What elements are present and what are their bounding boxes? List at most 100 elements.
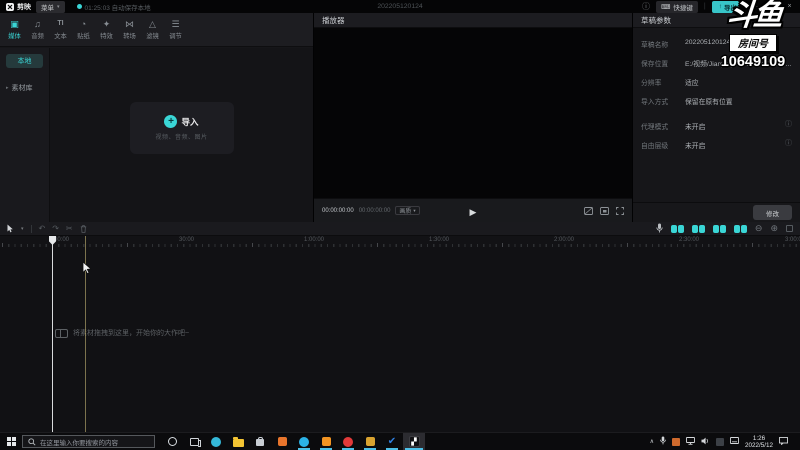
tray-mic-icon[interactable] bbox=[660, 436, 666, 447]
media-tab-label: 贴纸 bbox=[77, 33, 90, 40]
player-controls: 00:00:00:00 00:00:00:00 画质 ▾ ▶ bbox=[314, 198, 632, 222]
playhead[interactable] bbox=[49, 236, 56, 432]
taskbar-app-file-explorer[interactable] bbox=[227, 433, 249, 450]
media-tab-label: 滤镜 bbox=[146, 33, 159, 40]
taskbar-app-app-gold[interactable] bbox=[359, 433, 381, 450]
taskbar-app-capcut[interactable]: ▞ bbox=[403, 433, 425, 450]
shortcut-button[interactable]: ⌨ 快捷键 bbox=[656, 0, 698, 13]
media-tab-sticker[interactable]: ◔ 贴纸 bbox=[72, 19, 95, 40]
ratio-icon[interactable] bbox=[584, 202, 593, 220]
play-button[interactable]: ▶ bbox=[470, 207, 477, 217]
media-tab-filter[interactable]: △ 滤镜 bbox=[141, 19, 164, 40]
draft-row-free-layer: 自由层级 未开启 ⓘ bbox=[641, 140, 792, 150]
tray-volume-icon[interactable] bbox=[701, 437, 710, 447]
start-button[interactable] bbox=[0, 433, 22, 450]
linkage-toggle[interactable] bbox=[712, 224, 726, 233]
media-tab-label: 媒体 bbox=[8, 33, 21, 40]
timeline-tools: ▾ ↶ ↷ ✂ bbox=[7, 220, 87, 238]
taskbar-app-cortana[interactable] bbox=[161, 433, 183, 450]
capcut-logo-icon bbox=[6, 2, 14, 11]
tray-chevron-icon[interactable]: ∧ bbox=[650, 438, 654, 445]
menu-button[interactable]: 菜单 ▾ bbox=[36, 0, 65, 13]
tray-display-icon[interactable] bbox=[686, 436, 695, 447]
timeline-ruler[interactable]: 00:00 30:00 1:00:00 1:30:00 2:00:00 2:30:00 3:… bbox=[0, 236, 800, 247]
media-tab-media[interactable]: ▣ 媒体 bbox=[3, 19, 26, 40]
modify-button[interactable]: 修改 bbox=[753, 205, 792, 220]
tray-ime-icon[interactable] bbox=[715, 437, 724, 446]
media-icon: ▣ bbox=[10, 19, 19, 29]
ruler-label: 2:30:00 bbox=[679, 237, 700, 243]
player-time-group: 00:00:00:00 00:00:00:00 画质 ▾ bbox=[322, 206, 420, 215]
media-tab-audio[interactable]: ♫ 音频 bbox=[26, 19, 49, 40]
text-icon: TI bbox=[57, 20, 64, 27]
import-dropzone[interactable]: + 导入 视频、音频、图片 bbox=[129, 102, 234, 154]
timeline-fit-icon[interactable] bbox=[786, 225, 793, 232]
app-blue-check-icon: ✔ bbox=[387, 436, 397, 447]
fullscreen-icon[interactable] bbox=[616, 202, 624, 220]
menu-button-label: 菜单 bbox=[41, 4, 54, 12]
draft-row-proxy-mode: 代理模式 未开启 ⓘ bbox=[641, 121, 792, 131]
timeline-toolbar: ▾ ↶ ↷ ✂ ⊖ ⊕ bbox=[0, 222, 800, 236]
toolbar-divider bbox=[30, 224, 32, 233]
taskbar-search[interactable]: 在这里输入你要搜索的内容 bbox=[22, 435, 155, 448]
tray-keyboard-icon[interactable] bbox=[730, 437, 739, 446]
split-icon[interactable]: ✂ bbox=[66, 224, 73, 233]
sidebar-item-library[interactable]: ▸ 素材库 bbox=[0, 83, 49, 93]
record-mic-icon[interactable] bbox=[656, 220, 663, 238]
ruler-label: 1:00:00 bbox=[304, 237, 325, 243]
export-button[interactable]: ↑ 导出 bbox=[711, 0, 744, 13]
undo-icon[interactable]: ↶ bbox=[39, 224, 46, 233]
tool-dropdown-icon[interactable]: ▾ bbox=[21, 226, 24, 232]
info-icon[interactable]: ⓘ bbox=[642, 1, 650, 12]
sticker-icon: ◔ bbox=[80, 19, 87, 29]
import-label: 导入 bbox=[181, 116, 199, 127]
clock-time: 1:26 bbox=[752, 434, 766, 442]
taskbar-clock[interactable]: 1:26 2022/5/12 bbox=[745, 435, 773, 449]
sidebar-item-local[interactable]: 本地 bbox=[6, 54, 43, 68]
select-tool-icon[interactable] bbox=[7, 220, 14, 238]
fit-screen-icon[interactable] bbox=[600, 202, 609, 220]
ruler-label: 1:30:00 bbox=[429, 237, 450, 243]
close-button[interactable]: × bbox=[784, 3, 795, 10]
taskbar-app-app-blue-check[interactable]: ✔ bbox=[381, 433, 403, 450]
action-center-icon[interactable] bbox=[779, 436, 788, 447]
auto-snap-toggle[interactable] bbox=[691, 224, 705, 233]
media-toolbar: ▣ 媒体 ♫ 音频 TI 文本 ◔ 贴纸 ✦ 特效 ⋈ 转场 △ 滤镜 ☰ 调节 bbox=[0, 13, 313, 47]
taskbar-app-app-orange[interactable] bbox=[271, 433, 293, 450]
delete-icon[interactable] bbox=[80, 220, 87, 238]
draft-row-import-mode: 导入方式 保留在原有位置 bbox=[641, 99, 733, 106]
taskbar-app-microsoft-store[interactable] bbox=[249, 433, 271, 450]
zoom-out-icon[interactable]: ⊖ bbox=[755, 224, 763, 233]
media-tab-text[interactable]: TI 文本 bbox=[49, 19, 72, 40]
redo-icon[interactable]: ↷ bbox=[52, 224, 59, 233]
taskbar-app-task-view[interactable] bbox=[183, 433, 205, 450]
minimize-button[interactable]: – bbox=[750, 3, 761, 10]
autosave-dot-icon bbox=[76, 4, 82, 9]
taskbar-app-edge[interactable] bbox=[205, 433, 227, 450]
capcut-icon: ▞ bbox=[408, 436, 420, 447]
preview-axis-toggle[interactable] bbox=[733, 224, 747, 233]
main-track-magnet-toggle[interactable] bbox=[670, 224, 684, 233]
media-tab-effects[interactable]: ✦ 特效 bbox=[95, 19, 118, 40]
zoom-in-icon[interactable]: ⊕ bbox=[770, 224, 778, 233]
time-total: 00:00:00:00 bbox=[358, 207, 391, 214]
quality-dropdown[interactable]: 画质 ▾ bbox=[395, 206, 420, 215]
info-icon[interactable]: ⓘ bbox=[785, 140, 792, 147]
taskbar-app-app-orange-2[interactable] bbox=[315, 433, 337, 450]
system-tray: ∧ 1:26 2022/5/12 bbox=[650, 435, 800, 449]
player-right-controls bbox=[584, 202, 624, 220]
titlebar: 剪映 菜单 ▾ 01:25:03 自动保存本地 202205120124 ⓘ ⌨… bbox=[0, 0, 800, 13]
info-icon[interactable]: ⓘ bbox=[785, 121, 792, 128]
taskbar-app-app-blue-sphere[interactable] bbox=[293, 433, 315, 450]
maximize-button[interactable]: □ bbox=[767, 3, 778, 10]
filter-icon: △ bbox=[149, 19, 156, 29]
media-tab-adjust[interactable]: ☰ 调节 bbox=[164, 19, 187, 40]
export-button-label: 导出 bbox=[724, 4, 737, 12]
tray-app-orange-icon[interactable] bbox=[671, 437, 680, 446]
app-orange-icon bbox=[277, 437, 287, 446]
media-tab-transition[interactable]: ⋈ 转场 bbox=[118, 19, 141, 40]
media-tab-label: 转场 bbox=[123, 33, 136, 40]
timeline-tracks[interactable]: 将素材拖拽到这里，开始你的大作吧~ bbox=[0, 247, 800, 432]
taskbar-app-app-red[interactable] bbox=[337, 433, 359, 450]
player-panel: 播放器 00:00:00:00 00:00:00:00 画质 ▾ ▶ bbox=[314, 13, 633, 222]
